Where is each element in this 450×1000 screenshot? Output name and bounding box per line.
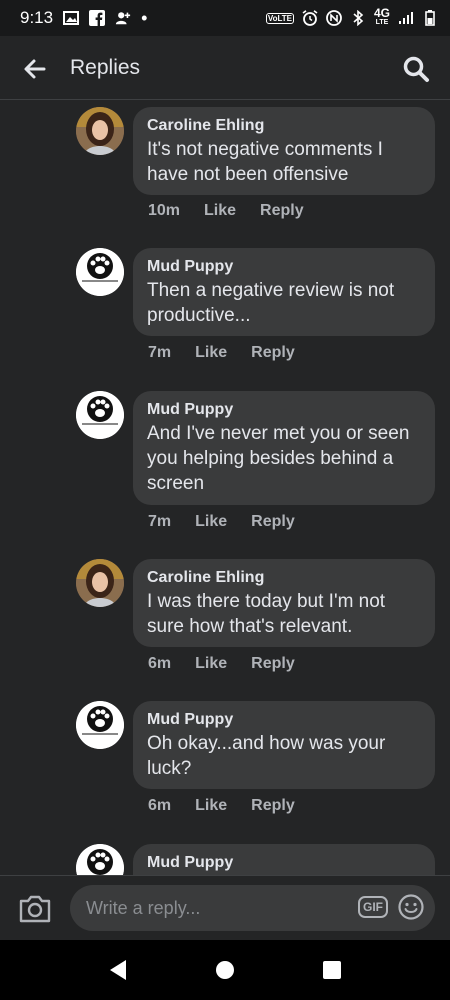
like-button[interactable]: Like xyxy=(195,655,227,673)
comment-bubble[interactable]: Mud Puppy Then a negative review is not … xyxy=(133,248,435,336)
mud-puppy-avatar[interactable] xyxy=(76,248,124,296)
comment-text: It's not negative comments I have not be… xyxy=(147,139,383,185)
comment-author[interactable]: Caroline Ehling xyxy=(147,115,421,137)
camera-button[interactable] xyxy=(18,893,52,925)
comment-text: I was there today but I'm not sure how t… xyxy=(147,591,386,637)
comment-bubble[interactable]: Mud Puppy And I've never met you or seen… xyxy=(133,391,435,505)
comment-bubble[interactable]: Mud Puppy xyxy=(133,844,435,875)
like-button[interactable]: Like xyxy=(195,513,227,531)
gif-button[interactable]: GIF xyxy=(358,896,388,918)
reply-button[interactable]: Reply xyxy=(251,655,295,673)
mud-puppy-avatar[interactable] xyxy=(76,391,124,439)
app-header: Replies xyxy=(0,36,450,100)
comment-author[interactable]: Mud Puppy xyxy=(147,399,421,421)
comment-actions: 6m Like Reply xyxy=(148,655,295,673)
reply-button[interactable]: Reply xyxy=(251,344,295,362)
reply-placeholder: Write a reply... xyxy=(86,897,201,918)
paw-logo-icon xyxy=(76,844,124,875)
mud-puppy-avatar[interactable] xyxy=(76,701,124,749)
back-button[interactable] xyxy=(22,56,48,82)
comment-text: And I've never met you or seen you helpi… xyxy=(147,423,410,494)
volte-icon: VoLTE xyxy=(265,12,294,24)
gallery-icon xyxy=(63,11,80,25)
status-bar: 9:13 • VoLTE 4G LTE xyxy=(0,0,450,36)
caroline-avatar[interactable] xyxy=(76,107,124,155)
nfc-icon xyxy=(326,10,342,26)
search-button[interactable] xyxy=(402,55,430,83)
comment-bubble[interactable]: Mud Puppy Oh okay...and how was your luc… xyxy=(133,701,435,789)
comment-text: Then a negative review is not productive… xyxy=(147,280,395,326)
caroline-avatar[interactable] xyxy=(76,559,124,607)
notification-dot-icon: • xyxy=(141,7,148,28)
comment-time: 6m xyxy=(148,797,172,814)
camera-icon xyxy=(19,895,51,923)
paw-logo-icon xyxy=(76,248,124,296)
comment-time: 7m xyxy=(148,344,172,361)
comment-actions: 7m Like Reply xyxy=(148,513,295,531)
status-right: VoLTE 4G LTE xyxy=(265,6,438,27)
comment-bubble[interactable]: Caroline Ehling I was there today but I'… xyxy=(133,559,435,647)
emoji-button[interactable] xyxy=(398,894,424,920)
status-time: 9:13 xyxy=(20,8,54,27)
comment-time: 6m xyxy=(148,655,172,672)
alarm-icon xyxy=(302,10,318,26)
back-arrow-icon xyxy=(24,59,46,79)
battery-icon xyxy=(422,10,438,26)
comment-author[interactable]: Mud Puppy xyxy=(147,852,421,874)
paw-logo-icon xyxy=(76,391,124,439)
like-button[interactable]: Like xyxy=(195,344,227,362)
comment-bubble[interactable]: Caroline Ehling It's not negative commen… xyxy=(133,107,435,195)
comment-actions: 7m Like Reply xyxy=(148,344,295,362)
comment-actions: 6m Like Reply xyxy=(148,797,295,815)
page-title: Replies xyxy=(70,56,141,79)
comment-text: Oh okay...and how was your luck? xyxy=(147,733,386,779)
comment-time: 10m xyxy=(148,202,181,219)
search-icon xyxy=(403,56,429,82)
nav-home-button[interactable] xyxy=(216,961,234,979)
reply-button[interactable]: Reply xyxy=(260,202,304,220)
comment-author[interactable]: Mud Puppy xyxy=(147,256,421,278)
comment-time: 7m xyxy=(148,513,172,530)
like-button[interactable]: Like xyxy=(204,202,236,220)
add-friend-icon xyxy=(115,11,131,25)
signal-icon xyxy=(398,11,414,25)
paw-logo-icon xyxy=(76,701,124,749)
bluetooth-icon xyxy=(350,10,366,26)
network-type: 4G LTE xyxy=(373,6,390,26)
comment-author[interactable]: Mud Puppy xyxy=(147,709,421,731)
mud-puppy-avatar[interactable] xyxy=(76,844,124,875)
status-left: 9:13 • xyxy=(20,8,147,29)
comment-author[interactable]: Caroline Ehling xyxy=(147,567,421,589)
emoji-icon xyxy=(398,894,424,920)
system-nav-bar xyxy=(0,940,450,1000)
reply-composer: Write a reply... GIF xyxy=(0,875,450,940)
facebook-icon xyxy=(89,10,106,26)
nav-back-button[interactable] xyxy=(108,959,128,986)
reply-button[interactable]: Reply xyxy=(251,513,295,531)
nav-recents-button[interactable] xyxy=(323,961,341,979)
replies-feed[interactable]: Caroline Ehling It's not negative commen… xyxy=(0,100,450,875)
comment-actions: 10m Like Reply xyxy=(148,202,304,220)
reply-button[interactable]: Reply xyxy=(251,797,295,815)
triangle-back-icon xyxy=(110,960,126,980)
like-button[interactable]: Like xyxy=(195,797,227,815)
